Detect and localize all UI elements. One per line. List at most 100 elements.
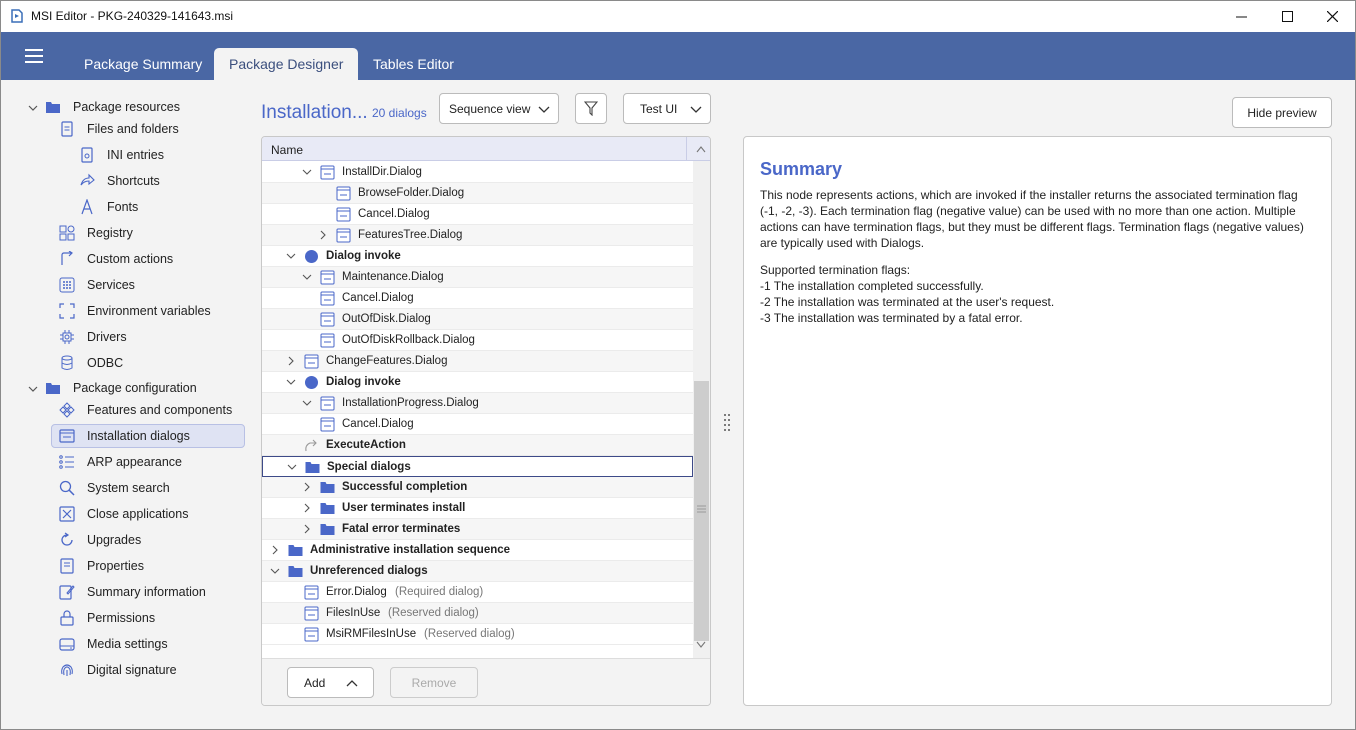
- sidebar-item-drivers[interactable]: Drivers: [59, 325, 127, 349]
- sidebar-item-services[interactable]: Services: [59, 273, 135, 297]
- tree-row-label: Dialog invoke: [326, 376, 401, 388]
- close-icon: [1326, 11, 1338, 22]
- filter-button[interactable]: [575, 93, 607, 124]
- chevron-down-icon[interactable]: [302, 272, 312, 282]
- sidebar-item-label: Summary information: [87, 585, 206, 599]
- sidebar-item-fonts[interactable]: Fonts: [79, 195, 138, 219]
- title-bar: MSI Editor - PKG-240329-141643.msi: [1, 1, 1355, 32]
- tree-row[interactable]: Unreferenced dialogs: [262, 561, 693, 582]
- sidebar-item-upgrades[interactable]: Upgrades: [59, 528, 141, 552]
- tree-row[interactable]: ExecuteAction: [262, 435, 693, 456]
- tree-row[interactable]: Successful completion: [262, 477, 693, 498]
- column-header-name[interactable]: Name: [271, 143, 303, 157]
- sidebar-item-digital-signature[interactable]: Digital signature: [59, 658, 177, 682]
- tree-row[interactable]: OutOfDisk.Dialog: [262, 309, 693, 330]
- tree-row[interactable]: OutOfDiskRollback.Dialog: [262, 330, 693, 351]
- test-ui-dropdown[interactable]: Test UI: [623, 93, 711, 124]
- tree-row[interactable]: Maintenance.Dialog: [262, 267, 693, 288]
- chevron-down-icon[interactable]: [27, 383, 39, 395]
- dialog-invoke-icon: [304, 249, 319, 264]
- minimize-button[interactable]: [1218, 1, 1264, 32]
- tree-row[interactable]: Administrative installation sequence: [262, 540, 693, 561]
- hide-preview-button[interactable]: Hide preview: [1232, 97, 1332, 128]
- sidebar-item-system-search[interactable]: System search: [59, 476, 170, 500]
- sidebar-item-arp-appearance[interactable]: ARP appearance: [59, 450, 182, 474]
- sidebar-group-package-resources[interactable]: Package resources: [45, 95, 180, 119]
- chevron-down-icon[interactable]: [286, 377, 296, 387]
- tree-row[interactable]: User terminates install: [262, 498, 693, 519]
- sidebar-item-label: Permissions: [87, 611, 156, 625]
- tree-row-note: (Reserved dialog): [388, 607, 479, 619]
- tree-row[interactable]: BrowseFolder.Dialog: [262, 183, 693, 204]
- scroll-down-icon[interactable]: [696, 641, 706, 649]
- sidebar-item-custom-actions[interactable]: Custom actions: [59, 247, 173, 271]
- chevron-down-icon[interactable]: [27, 102, 39, 114]
- vertical-scrollbar[interactable]: [693, 161, 710, 658]
- chevron-right-icon[interactable]: [286, 356, 296, 366]
- tree-row[interactable]: MsiRMFilesInUse (Reserved dialog): [262, 624, 693, 645]
- sidebar-item-close-applications[interactable]: Close applications: [59, 502, 188, 526]
- sidebar-item-permissions[interactable]: Permissions: [59, 606, 155, 630]
- sidebar-item-shortcuts[interactable]: Shortcuts: [79, 169, 160, 193]
- sidebar-item-ini-entries[interactable]: INI entries: [79, 143, 164, 167]
- tree-row[interactable]: Dialog invoke: [262, 372, 693, 393]
- sidebar-item-environment-variables[interactable]: Environment variables: [59, 299, 211, 323]
- hamburger-menu-icon[interactable]: [25, 49, 43, 63]
- chevron-right-icon[interactable]: [302, 503, 312, 513]
- chevron-down-icon[interactable]: [302, 398, 312, 408]
- sidebar-item-odbc[interactable]: ODBC: [59, 351, 123, 375]
- maximize-button[interactable]: [1264, 1, 1310, 32]
- tree-row[interactable]: FilesInUse (Reserved dialog): [262, 603, 693, 624]
- scrollbar-thumb[interactable]: [694, 381, 709, 641]
- tree-row-label: ExecuteAction: [326, 439, 406, 451]
- remove-button[interactable]: Remove: [390, 667, 478, 698]
- sidebar-group-package-configuration[interactable]: Package configuration: [45, 376, 197, 400]
- tree-row[interactable]: InstallationProgress.Dialog: [262, 393, 693, 414]
- sidebar-item-label: System search: [87, 481, 170, 495]
- sidebar-group-label: Package configuration: [73, 381, 197, 395]
- tree-row[interactable]: Special dialogs: [262, 456, 693, 477]
- chevron-right-icon[interactable]: [318, 230, 328, 240]
- flag-item: -2 The installation was terminated at th…: [760, 295, 1055, 309]
- dialog-icon: [320, 396, 335, 411]
- font-icon: [81, 199, 93, 215]
- tree-row[interactable]: ChangeFeatures.Dialog: [262, 351, 693, 372]
- close-button[interactable]: [1309, 1, 1355, 32]
- tree-row[interactable]: Fatal error terminates: [262, 519, 693, 540]
- lock-icon: [60, 610, 74, 626]
- sidebar-group-label: Package resources: [73, 100, 181, 114]
- tab-tables-editor[interactable]: Tables Editor: [358, 48, 469, 80]
- sidebar-item-installation-dialogs[interactable]: Installation dialogs: [51, 424, 245, 448]
- tree-row[interactable]: Error.Dialog (Required dialog): [262, 582, 693, 603]
- sidebar-item-registry[interactable]: Registry: [59, 221, 133, 245]
- chevron-right-icon[interactable]: [270, 545, 280, 555]
- sidebar-item-properties[interactable]: Properties: [59, 554, 144, 578]
- sidebar-item-media-settings[interactable]: Media settings: [59, 632, 168, 656]
- scroll-up-icon[interactable]: [696, 145, 706, 153]
- tree-row[interactable]: Cancel.Dialog: [262, 414, 693, 435]
- action-arrow-icon: [304, 438, 319, 453]
- tree-row[interactable]: InstallDir.Dialog: [262, 162, 693, 183]
- tree-row-label: FilesInUse: [326, 607, 381, 619]
- chevron-down-icon[interactable]: [286, 251, 296, 261]
- tree-row[interactable]: Cancel.Dialog: [262, 288, 693, 309]
- chevron-right-icon[interactable]: [302, 524, 312, 534]
- chevron-down-icon[interactable]: [270, 566, 280, 576]
- tab-package-summary[interactable]: Package Summary: [69, 48, 217, 80]
- tab-package-designer[interactable]: Package Designer: [214, 48, 359, 80]
- add-button[interactable]: Add: [287, 667, 374, 698]
- dialog-icon: [320, 417, 335, 432]
- sidebar-item-features-and-components[interactable]: Features and components: [59, 398, 232, 422]
- chevron-down-icon[interactable]: [302, 167, 312, 177]
- preview-title: Summary: [760, 159, 843, 179]
- tree-row[interactable]: Cancel.Dialog: [262, 204, 693, 225]
- tree-row[interactable]: FeaturesTree.Dialog: [262, 225, 693, 246]
- chevron-right-icon[interactable]: [302, 482, 312, 492]
- sidebar-item-summary-information[interactable]: Summary information: [59, 580, 206, 604]
- chevron-down-icon[interactable]: [287, 462, 297, 472]
- sidebar-item-label: INI entries: [107, 148, 164, 162]
- sidebar-item-files-and-folders[interactable]: Files and folders: [59, 117, 179, 141]
- tree-row[interactable]: Dialog invoke: [262, 246, 693, 267]
- splitter-handle-icon[interactable]: [722, 412, 732, 432]
- view-dropdown[interactable]: Sequence view: [439, 93, 559, 124]
